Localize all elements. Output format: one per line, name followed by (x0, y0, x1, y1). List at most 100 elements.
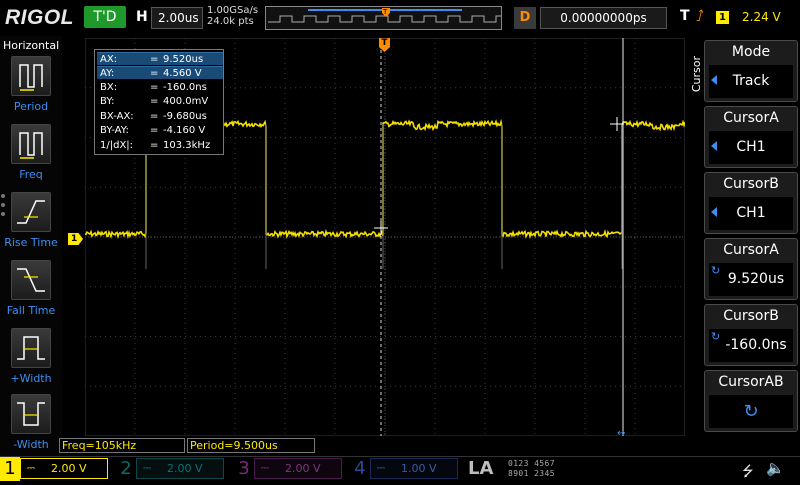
rising-edge-icon: ⭜ (696, 7, 704, 25)
ch3-scale-box: ⎓ 2.00 V (254, 458, 342, 479)
cursor-ab-title: CursorAB (718, 374, 784, 390)
chevron-left-icon (711, 75, 717, 85)
delay-value[interactable]: 0.00000000ps (540, 7, 667, 29)
rise-time-label: Rise Time (4, 236, 58, 249)
cursor-a-source-button[interactable]: CursorA CH1 (704, 106, 798, 168)
dc-coupling-icon: ⎓ (27, 463, 35, 474)
ch2-status[interactable]: 2 ⎓ 2.00 V (116, 457, 228, 481)
speaker-muted-icon[interactable]: 🔈 (766, 459, 785, 477)
rise-time-icon (11, 192, 51, 232)
ch3-status[interactable]: 3 ⎓ 2.00 V (234, 457, 346, 481)
cursor-ab-position-button[interactable]: CursorAB ↻ (704, 370, 798, 432)
cursor-mode-button[interactable]: Mode Track (704, 40, 798, 102)
ch1-status[interactable]: 1 ⎓ 2.00 V (0, 457, 112, 481)
dc-coupling-icon: ⎓ (377, 463, 385, 474)
measure-fall-time-button[interactable]: Fall Time (0, 260, 62, 326)
positive-width-label: +Width (10, 372, 52, 385)
cursor-mode-value: Track (709, 65, 793, 98)
cursor-inv-dx-row: 1/|dX|: = 103.3kHz (100, 140, 211, 151)
ch1-number: 1 (0, 457, 20, 481)
top-status-bar: RIGOL T'D H 2.00us 1.00GSa/s 24.0k pts T… (0, 0, 800, 36)
menu-title: Horizontal (3, 39, 60, 52)
ch4-number: 4 (354, 458, 366, 479)
cursor-by-row: BY: = 400.0mV (100, 96, 209, 107)
fall-time-label: Fall Time (6, 304, 56, 317)
trigger-position-letter: T (382, 8, 388, 16)
timebase-value[interactable]: 2.00us (151, 7, 203, 29)
channel-status-bar: 1 ⎓ 2.00 V 2 ⎓ 2.00 V 3 ⎓ 2.00 V 4 ⎓ 1.0… (0, 456, 800, 481)
run-state-badge[interactable]: T'D (84, 6, 126, 28)
cursor-a-source-value: CH1 (709, 131, 793, 164)
cursor-menu-title: Cursor (690, 56, 703, 93)
cursor-bx-row: BX: = -160.0ns (100, 82, 207, 93)
cursor-b-position-value: -160.0ns (709, 329, 793, 362)
trigger-source-badge[interactable]: 1 (716, 11, 729, 24)
cursor-b-source-value: CH1 (709, 197, 793, 230)
rigol-logo: RIGOL (5, 6, 74, 29)
ch2-scale: 2.00 V (167, 462, 203, 475)
trigger-label: T (680, 8, 690, 24)
cursor-b-position-title: CursorB (723, 308, 779, 324)
horizontal-measure-menu: Horizontal Period Freq Rise Time Fall Ti… (0, 36, 62, 456)
freq-measurement[interactable]: Freq=105kHz (59, 438, 185, 453)
cursor-b-source-title: CursorB (723, 176, 779, 192)
chevron-left-icon (711, 207, 717, 217)
freq-label: Freq (19, 168, 43, 181)
fall-time-icon (11, 260, 51, 300)
rotate-knob-icon: ↻ (711, 264, 721, 277)
freq-icon (11, 124, 51, 164)
positive-width-icon (11, 328, 51, 368)
cursor-ax-row: AX: = 9.520us (97, 52, 223, 65)
cursor-a-arrow-icon: ↔ (617, 428, 625, 436)
acquisition-info: 1.00GSa/s 24.0k pts (207, 5, 258, 27)
horizontal-label: H (136, 9, 148, 25)
cursor-dx-row: BX-AX: = -9.680us (100, 111, 207, 122)
dc-coupling-icon: ⎓ (261, 463, 269, 474)
measure-negative-width-button[interactable]: -Width (0, 394, 62, 460)
memory-overview-bar: T (265, 6, 502, 30)
la-channels-row2: 8901 2345 (508, 469, 555, 478)
measure-freq-button[interactable]: Freq (0, 124, 62, 190)
usb-icon: ⭍ (742, 464, 754, 480)
delay-label: D (514, 7, 536, 29)
cursor-readout-panel: AX: = 9.520us AY: = 4.560 V BX: = -160.0ns BY:… (94, 49, 224, 155)
ch4-scale: 1.00 V (401, 462, 437, 475)
logic-analyzer-channels[interactable]: 0123 4567 8901 2345 (508, 459, 598, 479)
cursor-a-source-title: CursorA (723, 110, 779, 126)
measure-positive-width-button[interactable]: +Width (0, 328, 62, 394)
ch2-number: 2 (120, 458, 132, 479)
ch3-number: 3 (238, 458, 250, 479)
cursor-dy-row: BY-AY: = -4.160 V (100, 125, 206, 136)
rotate-knob-icon: ↻ (709, 395, 793, 428)
ch2-scale-box: ⎓ 2.00 V (136, 458, 224, 479)
period-label: Period (13, 100, 49, 113)
trigger-level-value[interactable]: 2.24 V (742, 10, 781, 24)
cursor-b-source-button[interactable]: CursorB CH1 (704, 172, 798, 234)
cursor-a-position-value: 9.520us (709, 263, 793, 296)
chevron-left-icon (711, 141, 717, 151)
ch4-status[interactable]: 4 ⎓ 1.00 V (350, 457, 462, 481)
memory-waveform-overview: T (268, 8, 501, 23)
negative-width-label: -Width (13, 438, 49, 451)
cursor-a-position-title: CursorA (723, 242, 779, 258)
logic-analyzer-label[interactable]: LA (468, 458, 493, 479)
ch1-scale: 2.00 V (51, 462, 87, 475)
rotate-knob-icon: ↻ (711, 330, 721, 343)
dc-coupling-icon: ⎓ (143, 463, 151, 474)
ch3-scale: 2.00 V (285, 462, 321, 475)
ch1-offset-marker[interactable]: 1 (68, 233, 83, 245)
measure-period-button[interactable]: Period (0, 56, 62, 122)
period-measurement[interactable]: Period=9.500us (187, 438, 315, 453)
cursor-mode-title: Mode (731, 44, 771, 60)
cursor-a-position-button[interactable]: CursorA 9.520us ↻ (704, 238, 798, 300)
period-icon (11, 56, 51, 96)
cursor-ay-row: AY: = 4.560 V (97, 66, 223, 79)
negative-width-icon (11, 394, 51, 434)
sample-rate: 1.00GSa/s (207, 5, 259, 16)
cursor-b-position-button[interactable]: CursorB -160.0ns ↻ (704, 304, 798, 366)
memory-depth: 24.0k pts (207, 16, 254, 27)
measure-rise-time-button[interactable]: Rise Time (0, 192, 62, 258)
ch4-scale-box: ⎓ 1.00 V (370, 458, 458, 479)
la-channels-row1: 0123 4567 (508, 459, 555, 468)
ch1-scale-box: ⎓ 2.00 V (20, 458, 108, 479)
